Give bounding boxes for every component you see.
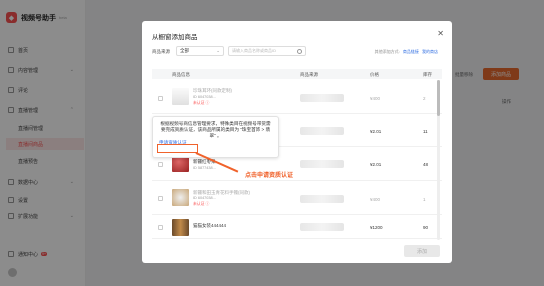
table-row: 珍珠耳环(同款定制) ID 6047038... 未认证 ⓘ ¥400 2 xyxy=(152,81,442,114)
table-row: 猫猫女装444444 ¥1200 90 xyxy=(152,215,442,239)
link-my-shop[interactable]: 我的商店 xyxy=(422,49,438,54)
annotation-text: 点击申请资质认证 xyxy=(245,173,294,179)
modal-title: 从橱窗添加商品 xyxy=(152,34,198,41)
goods-id: ID 6047038... xyxy=(193,196,216,200)
scrollbar-thumb[interactable] xyxy=(437,80,440,116)
close-icon[interactable]: ✕ xyxy=(437,29,444,38)
other-add-methods: 其他添加方式: 商品链接 我的商店 xyxy=(375,49,438,55)
row-checkbox[interactable] xyxy=(158,96,163,101)
source-filter-label: 商品来源 xyxy=(152,49,170,54)
goods-name: 猫猫女装444444 xyxy=(193,223,227,228)
tooltip-text: 根据视频号商信息管理要求，特殊类目在视频号带货需要完成资质认证，该商品所属的类目… xyxy=(160,121,271,138)
table-row: 新疆和田玉青花料手镯(同款) ID 6047038... 未认证 ⓘ ¥400 … xyxy=(152,181,442,215)
goods-thumbnail xyxy=(172,219,189,236)
source-filter-value: 全部 xyxy=(180,48,189,53)
row-checkbox[interactable] xyxy=(158,162,163,167)
source-filter-select[interactable]: 全部 ⌄ xyxy=(176,46,224,56)
goods-thumbnail xyxy=(172,88,189,105)
link-goods-url[interactable]: 商品链接 xyxy=(403,49,419,54)
goods-source-blurred xyxy=(300,223,344,231)
search-icon[interactable] xyxy=(297,48,302,54)
goods-stock: 11 xyxy=(423,129,428,134)
goods-source-blurred xyxy=(300,94,344,102)
uncertified-tag[interactable]: 未认证 ⓘ xyxy=(193,101,209,106)
chevron-down-icon: ⌄ xyxy=(216,48,220,53)
goods-name: 珍珠耳环(同款定制) xyxy=(193,88,232,93)
other-methods-label: 其他添加方式: xyxy=(374,49,400,54)
search-input[interactable]: 请输入商品名称或商品ID xyxy=(228,46,306,56)
add-button[interactable]: 添加 xyxy=(404,245,440,257)
annotation-highlight-box xyxy=(157,144,198,153)
goods-id: ID 5877438... xyxy=(193,166,216,170)
goods-price: ¥400 xyxy=(370,96,381,101)
uncertified-tag[interactable]: 未认证 ⓘ xyxy=(193,202,209,207)
col-stock: 库存 xyxy=(423,72,432,77)
goods-id: ID 6047038... xyxy=(193,95,216,99)
goods-price: ¥2.01 xyxy=(370,162,382,167)
goods-source-blurred xyxy=(300,195,344,203)
goods-price: ¥1200 xyxy=(370,225,383,230)
table-header: 商品信息 商品来源 价格 库存 xyxy=(152,69,442,79)
goods-thumbnail xyxy=(172,189,189,206)
col-goods-info: 商品信息 xyxy=(172,72,190,77)
goods-source-blurred xyxy=(300,127,344,135)
col-source: 商品来源 xyxy=(300,72,318,77)
goods-stock: 90 xyxy=(423,225,429,230)
goods-stock: 1 xyxy=(423,197,426,202)
goods-source-blurred xyxy=(300,160,344,168)
row-checkbox[interactable] xyxy=(158,196,163,201)
table-scrollbar[interactable] xyxy=(437,80,440,240)
goods-price: ¥400 xyxy=(370,197,381,202)
goods-stock: 2 xyxy=(423,96,426,101)
col-price: 价格 xyxy=(370,72,379,77)
goods-stock: 48 xyxy=(423,162,429,167)
search-placeholder: 请输入商品名称或商品ID xyxy=(232,48,276,53)
row-checkbox[interactable] xyxy=(158,225,163,230)
goods-price: ¥2.01 xyxy=(370,129,382,134)
